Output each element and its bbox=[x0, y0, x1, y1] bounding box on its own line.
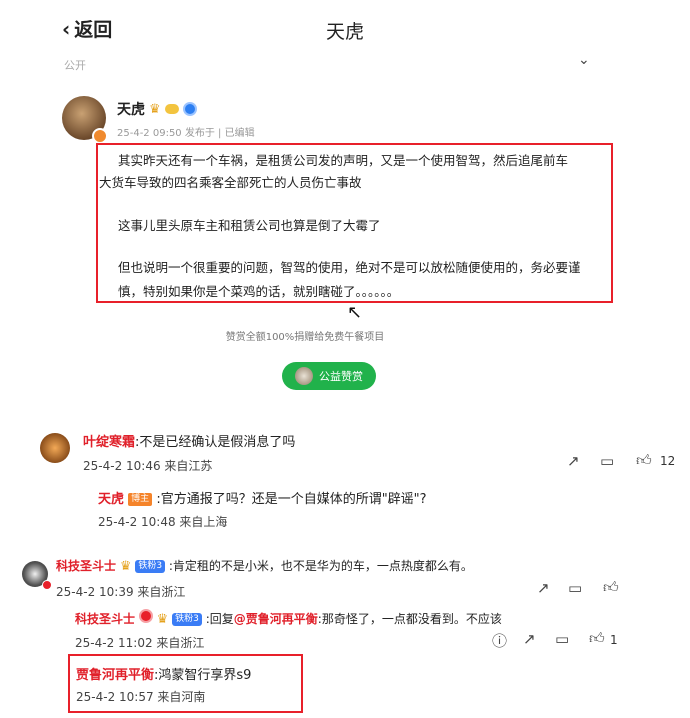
crown-icon: ♛ bbox=[156, 612, 169, 627]
comment-body: :鸿蒙智行享界s9 bbox=[154, 668, 252, 683]
post-body: 其实昨天还有一个车祸，是租赁公司发的声明，又是一个使用智驾，然后追尾前车 大货车… bbox=[96, 143, 613, 303]
reply-prefix: :回复 bbox=[205, 612, 234, 626]
level-icon bbox=[164, 104, 179, 114]
badge-icon bbox=[42, 580, 52, 590]
verified-icon bbox=[182, 102, 197, 116]
reward-button-label: 公益赞赏 bbox=[319, 370, 363, 383]
post-line: 大货车导致的四名乘客全部死亡的人员伤亡事故 bbox=[99, 175, 362, 190]
share-icon[interactable]: ↗ bbox=[567, 452, 580, 470]
reward-avatar-icon bbox=[295, 367, 313, 385]
page-title: 天虎 bbox=[325, 21, 364, 43]
author-tag: 博主 bbox=[128, 493, 153, 506]
reward-button[interactable]: 公益赞赏 bbox=[282, 362, 376, 390]
comment-text: 科技圣斗士 ♛ 铁粉3 :肯定租的不是小米，也不是华为的车，一点热度都么有。 bbox=[56, 557, 473, 574]
comment-time: 25-4-2 10:39 来自浙江 bbox=[56, 585, 186, 599]
comment-text: 科技圣斗士 ♛ 铁粉3 :回复@贾鲁河再平衡:那奇怪了，一点都没看到。不应该 bbox=[75, 609, 502, 627]
crown-icon: ♛ bbox=[149, 101, 161, 117]
comment-body: :官方通报了吗？还是一个自媒体的所谓"辟谣"? bbox=[156, 492, 427, 507]
like-count: 1 bbox=[610, 633, 618, 647]
share-icon[interactable]: ↗ bbox=[537, 579, 550, 597]
share-icon[interactable]: ↗ bbox=[523, 630, 536, 648]
comment-time: 25-4-2 10:46 来自江苏 bbox=[83, 459, 213, 473]
comment-icon[interactable]: ▭ bbox=[555, 630, 569, 648]
post-line: 慎，特别如果你是个菜鸡的话，就别瞎碰了。。。。。。 bbox=[118, 284, 400, 299]
fan-tag: 铁粉3 bbox=[172, 613, 202, 626]
report-icon[interactable]: ⓘ bbox=[492, 630, 507, 651]
comment-icon[interactable]: ▭ bbox=[600, 452, 614, 470]
like-count: 12 bbox=[660, 454, 676, 468]
post-line: 但也说明一个很重要的问题，智驾的使用，绝对不是可以放松随便使用的，务必要谨 bbox=[118, 260, 581, 275]
mouse-cursor-icon: ↖ bbox=[347, 302, 363, 323]
comment-user[interactable]: 天虎 bbox=[98, 492, 124, 507]
crown-icon: ♛ bbox=[119, 559, 132, 574]
mention-link[interactable]: @贾鲁河再平衡 bbox=[234, 612, 318, 626]
badge-icon bbox=[92, 128, 108, 144]
comment-time: 25-4-2 11:02 来自浙江 bbox=[75, 636, 205, 650]
comment-user[interactable]: 叶绽寒霜 bbox=[83, 435, 135, 450]
chevron-down-icon[interactable]: ⌄ bbox=[578, 52, 590, 68]
avatar[interactable] bbox=[40, 433, 70, 463]
fan-tag: 铁粉3 bbox=[135, 560, 166, 573]
visibility-label: 公开 bbox=[64, 59, 86, 72]
badge-icon bbox=[138, 609, 153, 623]
comment-body: :那奇怪了，一点都没看到。不应该 bbox=[317, 612, 502, 626]
reward-note: 赞赏全额100%捐赠给免费午餐项目 bbox=[225, 332, 385, 343]
comment-user[interactable]: 科技圣斗士 bbox=[75, 612, 135, 626]
like-icon[interactable]: 👍︎ bbox=[589, 629, 605, 648]
like-icon[interactable]: 👍︎ bbox=[603, 578, 619, 597]
post-line: 其实昨天还有一个车祸，是租赁公司发的声明，又是一个使用智驾，然后追尾前车 bbox=[118, 153, 569, 168]
comment-time: 25-4-2 10:57 来自河南 bbox=[76, 690, 206, 704]
comment-time: 25-4-2 10:48 来自上海 bbox=[98, 515, 228, 529]
comment-icon[interactable]: ▭ bbox=[568, 579, 582, 597]
author-name: 天虎 bbox=[117, 102, 145, 118]
comment-text: 叶绽寒霜:不是已经确认是假消息了吗 bbox=[83, 431, 295, 450]
post-author[interactable]: 天虎 ♛ bbox=[117, 99, 197, 119]
comment-body: :不是已经确认是假消息了吗 bbox=[135, 435, 296, 450]
comment-user[interactable]: 科技圣斗士 bbox=[56, 559, 116, 573]
comment-body: :肯定租的不是小米，也不是华为的车，一点热度都么有。 bbox=[168, 559, 473, 573]
like-icon[interactable]: 👍︎ bbox=[636, 451, 652, 470]
comment-user[interactable]: 贾鲁河再平衡 bbox=[76, 668, 154, 683]
highlighted-reply: 贾鲁河再平衡:鸿蒙智行享界s9 25-4-2 10:57 来自河南 bbox=[68, 654, 303, 713]
comment-text: 天虎 博主 :官方通报了吗？还是一个自媒体的所谓"辟谣"? bbox=[98, 488, 427, 507]
comment-text: 贾鲁河再平衡:鸿蒙智行享界s9 bbox=[76, 664, 251, 683]
post-meta: 25-4-2 09:50 发布于 | 已编辑 bbox=[117, 128, 255, 139]
post-line: 这事儿里头原车主和租赁公司也算是倒了大霉了 bbox=[118, 218, 381, 233]
